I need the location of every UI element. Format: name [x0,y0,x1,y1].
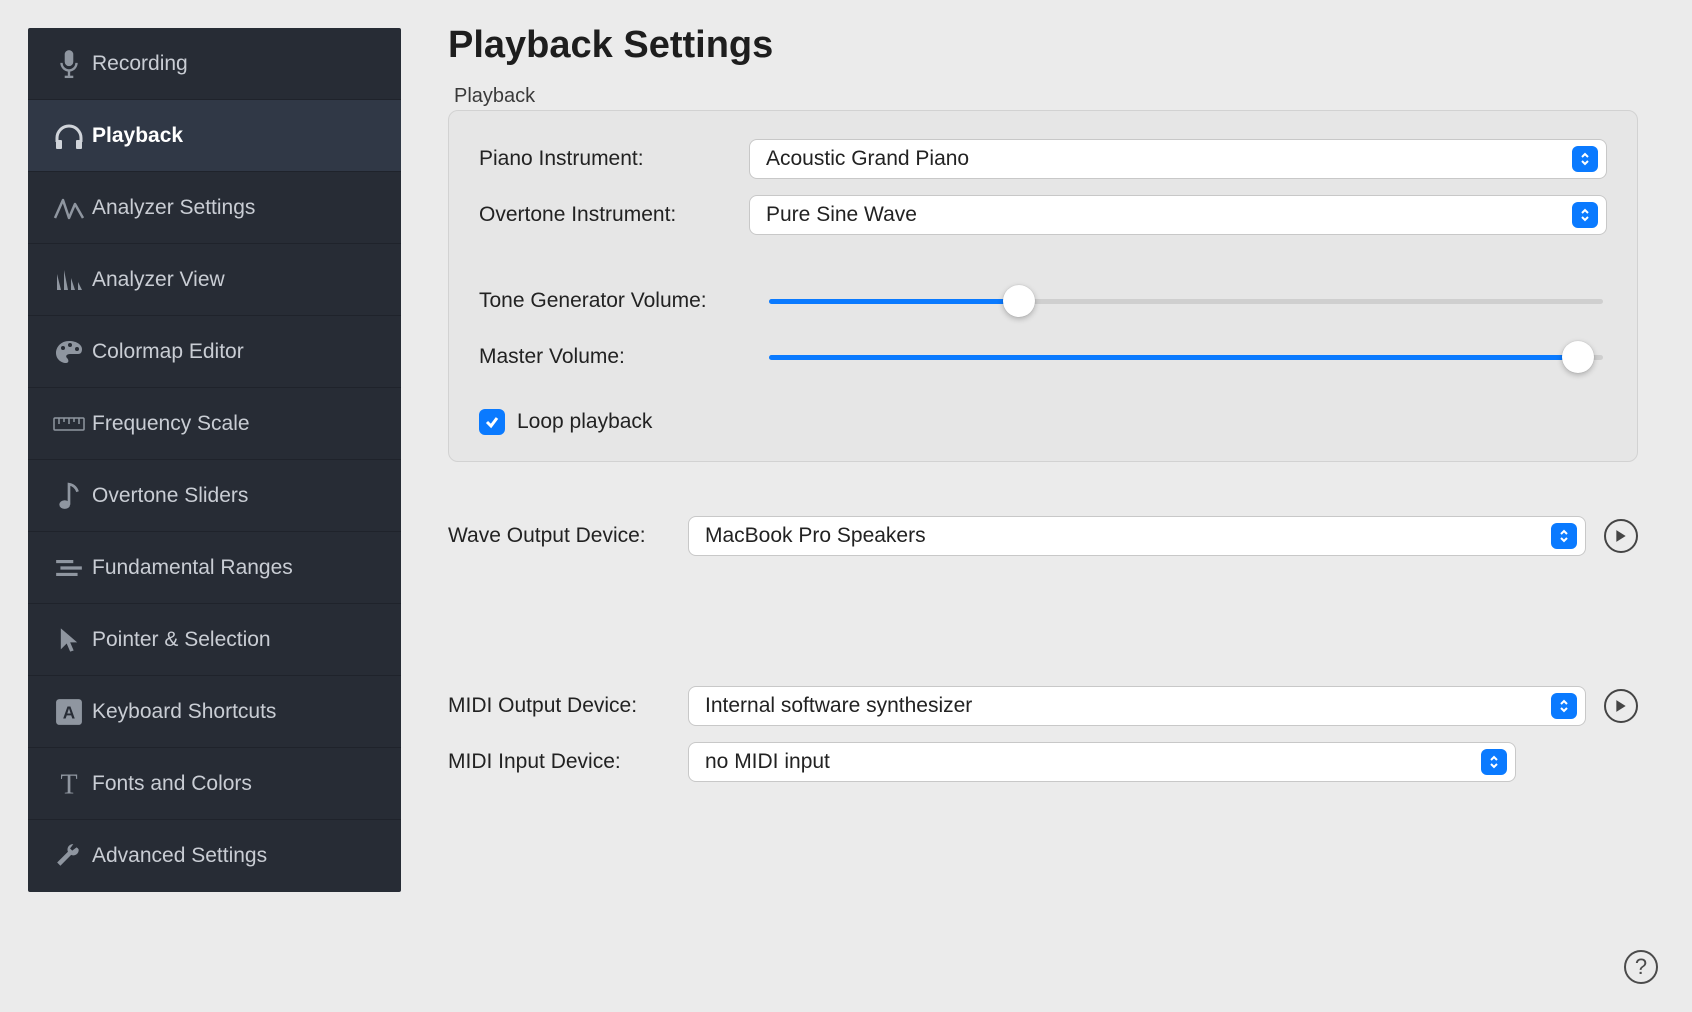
sidebar: Recording Playback Analyzer Settings Ana… [28,28,401,892]
loop-playback-label: Loop playback [517,410,652,434]
sidebar-item-label: Fundamental Ranges [92,556,293,580]
palette-icon [46,338,92,366]
chevron-updown-icon [1551,523,1577,549]
pointer-icon [46,626,92,654]
chevron-updown-icon [1572,202,1598,228]
sidebar-item-label: Pointer & Selection [92,628,271,652]
midi-output-label: MIDI Output Device: [448,694,688,718]
select-value: no MIDI input [705,750,1481,774]
sidebar-item-frequency-scale[interactable]: Frequency Scale [28,388,401,460]
sidebar-item-playback[interactable]: Playback [28,100,401,172]
piano-instrument-select[interactable]: Acoustic Grand Piano [749,139,1607,179]
sidebar-item-recording[interactable]: Recording [28,28,401,100]
mic-icon [46,49,92,79]
sidebar-item-overtone-sliders[interactable]: Overtone Sliders [28,460,401,532]
overtone-instrument-label: Overtone Instrument: [479,203,749,227]
select-value: Pure Sine Wave [766,203,1572,227]
chevron-updown-icon [1572,146,1598,172]
sidebar-item-pointer-selection[interactable]: Pointer & Selection [28,604,401,676]
wave-output-select[interactable]: MacBook Pro Speakers [688,516,1586,556]
chevron-updown-icon [1481,749,1507,775]
key-a-icon: A [46,698,92,726]
playback-panel: Piano Instrument: Acoustic Grand Piano O… [448,110,1638,462]
sidebar-item-fonts-colors[interactable]: T Fonts and Colors [28,748,401,820]
select-value: Internal software synthesizer [705,694,1551,718]
section-label: Playback [454,85,1638,108]
sidebar-item-advanced-settings[interactable]: Advanced Settings [28,820,401,892]
overtone-instrument-select[interactable]: Pure Sine Wave [749,195,1607,235]
sidebar-item-label: Colormap Editor [92,340,244,364]
sidebar-item-label: Analyzer View [92,268,225,292]
sidebar-item-label: Playback [92,124,183,148]
main-content: Playback Settings Playback Piano Instrum… [448,24,1638,782]
wave-icon [46,195,92,221]
headphones-icon [46,121,92,151]
midi-input-select[interactable]: no MIDI input [688,742,1516,782]
sidebar-item-label: Overtone Sliders [92,484,248,508]
bars-icon [46,267,92,293]
master-volume-label: Master Volume: [479,345,769,369]
svg-text:T: T [60,770,77,798]
chevron-updown-icon [1551,693,1577,719]
sidebar-item-label: Analyzer Settings [92,196,255,220]
sidebar-item-keyboard-shortcuts[interactable]: A Keyboard Shortcuts [28,676,401,748]
lines-icon [46,557,92,579]
midi-output-select[interactable]: Internal software synthesizer [688,686,1586,726]
tone-volume-label: Tone Generator Volume: [479,289,769,313]
text-t-icon: T [46,770,92,798]
sidebar-item-label: Keyboard Shortcuts [92,700,276,724]
master-volume-slider[interactable] [769,355,1607,360]
help-button[interactable]: ? [1624,950,1658,984]
wrench-icon [46,842,92,870]
sidebar-item-colormap-editor[interactable]: Colormap Editor [28,316,401,388]
loop-playback-checkbox[interactable] [479,409,505,435]
svg-text:A: A [63,702,75,722]
wave-output-play-button[interactable] [1604,519,1638,553]
sidebar-item-analyzer-settings[interactable]: Analyzer Settings [28,172,401,244]
midi-input-label: MIDI Input Device: [448,750,688,774]
sidebar-item-analyzer-view[interactable]: Analyzer View [28,244,401,316]
wave-output-label: Wave Output Device: [448,524,688,548]
ruler-icon [46,416,92,432]
sidebar-item-label: Fonts and Colors [92,772,252,796]
sidebar-item-fundamental-ranges[interactable]: Fundamental Ranges [28,532,401,604]
select-value: Acoustic Grand Piano [766,147,1572,171]
piano-instrument-label: Piano Instrument: [479,147,749,171]
tone-volume-slider[interactable] [769,299,1607,304]
select-value: MacBook Pro Speakers [705,524,1551,548]
page-title: Playback Settings [448,24,1638,67]
note-icon [46,481,92,511]
sidebar-item-label: Frequency Scale [92,412,250,436]
sidebar-item-label: Recording [92,52,188,76]
sidebar-item-label: Advanced Settings [92,844,267,868]
midi-output-play-button[interactable] [1604,689,1638,723]
